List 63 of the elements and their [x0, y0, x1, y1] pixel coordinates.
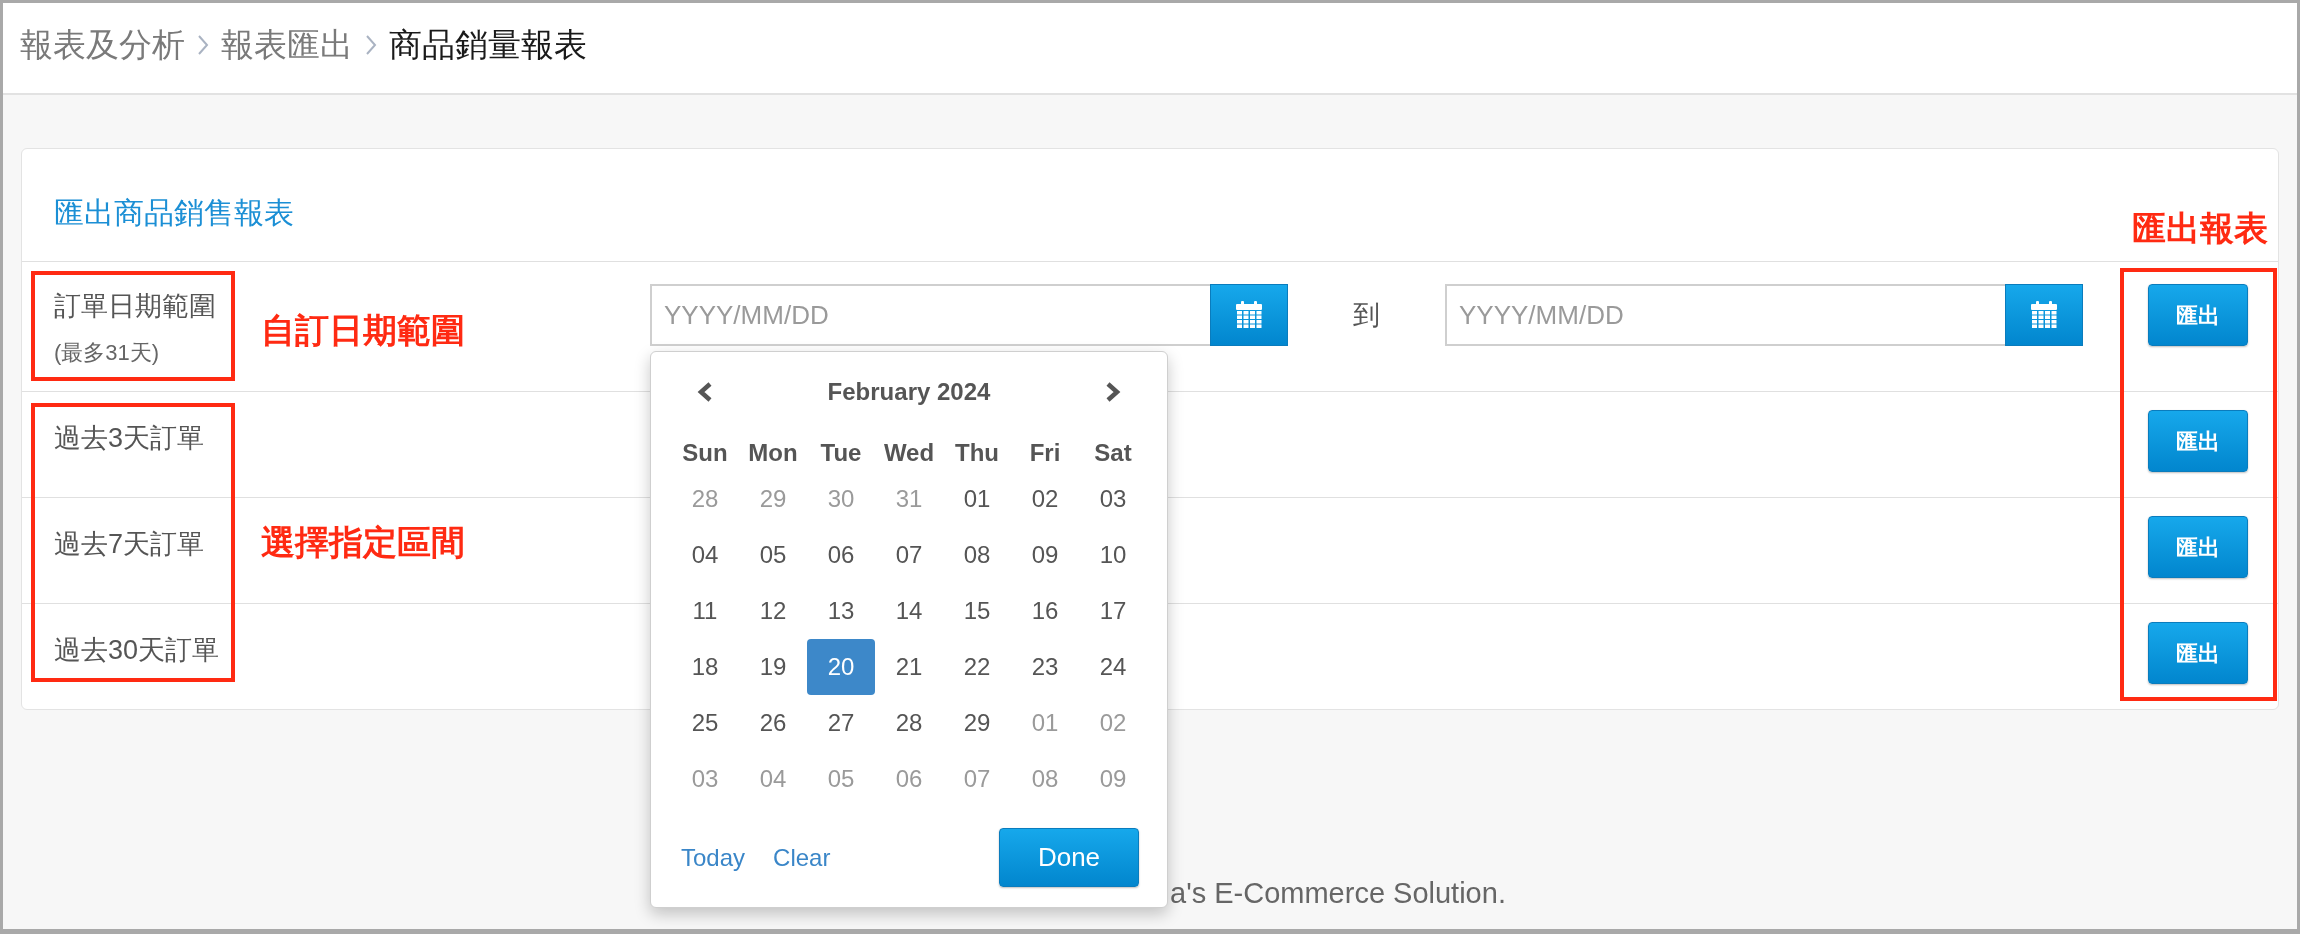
calendar-day[interactable]: 05 — [759, 540, 787, 570]
month-title: February 2024 — [827, 377, 991, 407]
weekday-label: Fri — [1029, 438, 1061, 468]
calendar-icon — [1236, 301, 1262, 329]
calendar-day[interactable]: 26 — [759, 708, 787, 738]
date-input[interactable]: YYYY/MM/DD — [650, 284, 1210, 346]
weekday-label: Tue — [820, 438, 862, 468]
calendar-day[interactable]: 11 — [692, 596, 718, 626]
calendar-day[interactable]: 03 — [1099, 484, 1127, 514]
row-label: 過去30天訂單 — [54, 635, 220, 665]
calendar-day[interactable]: 07 — [895, 540, 923, 570]
calendar-day[interactable]: 04 — [691, 540, 719, 570]
today-link[interactable]: Today — [681, 842, 746, 873]
calendar-day[interactable]: 23 — [1031, 652, 1059, 682]
footer-text: a's E-Commerce Solution. — [1170, 877, 1506, 909]
calendar-button[interactable] — [2005, 284, 2083, 346]
calendar-day[interactable]: 13 — [827, 596, 855, 626]
weekday-label: Wed — [883, 438, 935, 468]
row-note: (最多31天) — [54, 339, 160, 367]
calendar-day[interactable]: 15 — [963, 596, 991, 626]
calendar-day[interactable]: 10 — [1099, 540, 1127, 570]
card-title: 匯出商品銷售報表 — [54, 195, 294, 231]
chevron-left-icon[interactable] — [697, 381, 713, 403]
calendar-button[interactable] — [1210, 284, 1288, 346]
calendar-day[interactable]: 18 — [691, 652, 719, 682]
range-separator: 到 — [1353, 299, 1380, 332]
calendar-day[interactable]: 25 — [691, 708, 719, 738]
calendar-day[interactable]: 12 — [759, 596, 787, 626]
date-input[interactable]: YYYY/MM/DD — [1445, 284, 2005, 346]
calendar-day[interactable]: 29 — [963, 708, 991, 738]
annotation-text: 選擇指定區間 — [261, 523, 465, 561]
calendar-day[interactable]: 22 — [963, 652, 991, 682]
calendar-day[interactable]: 01 — [963, 484, 991, 514]
chevron-right-icon — [197, 34, 209, 56]
row-label: 過去3天訂單 — [54, 423, 205, 453]
calendar-day[interactable]: 21 — [895, 652, 923, 682]
calendar-day[interactable]: 28 — [895, 708, 923, 738]
calendar-day[interactable]: 20 — [807, 639, 875, 695]
calendar-day[interactable]: 24 — [1099, 652, 1127, 682]
clear-link[interactable]: Clear — [773, 842, 831, 873]
calendar-day[interactable]: 09 — [1031, 540, 1059, 570]
calendar-day[interactable]: 06 — [827, 540, 855, 570]
weekday-label: Thu — [955, 438, 999, 468]
calendar-day[interactable]: 16 — [1031, 596, 1059, 626]
weekday-label: Mon — [748, 438, 798, 468]
row-label: 訂單日期範圍 — [54, 290, 216, 323]
breadcrumb-link[interactable]: 報表匯出 — [221, 25, 353, 65]
row-label: 過去7天訂單 — [54, 529, 205, 559]
breadcrumb-link[interactable]: 報表及分析 — [20, 25, 185, 65]
calendar-icon — [2031, 301, 2057, 329]
calendar-day[interactable]: 17 — [1099, 596, 1127, 626]
calendar-day[interactable]: 08 — [963, 540, 991, 570]
calendar-day[interactable]: 27 — [827, 708, 855, 738]
weekday-label: Sun — [682, 438, 728, 468]
weekday-label: Sat — [1094, 438, 1132, 468]
calendar-day[interactable]: 02 — [1031, 484, 1059, 514]
breadcrumb-current: 商品銷量報表 — [389, 25, 587, 65]
annotation-text: 自訂日期範圍 — [261, 311, 465, 349]
calendar-day[interactable]: 14 — [895, 596, 923, 626]
calendar-day[interactable]: 19 — [759, 652, 787, 682]
chevron-right-icon[interactable] — [1105, 381, 1121, 403]
annotation-text: 匯出報表 — [2132, 208, 2268, 248]
chevron-right-icon — [365, 34, 377, 56]
